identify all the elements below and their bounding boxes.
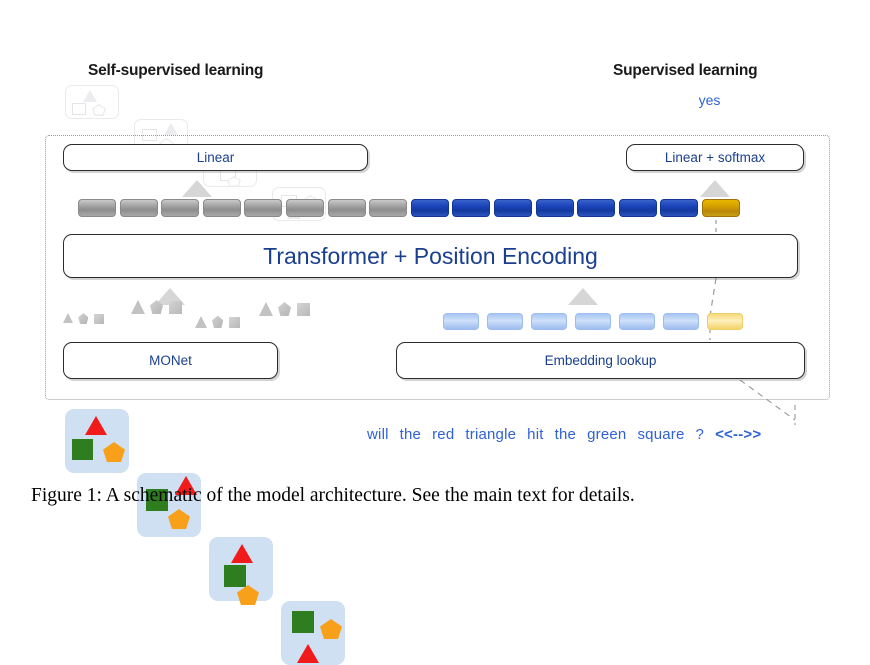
token-chip-blue [660,199,699,217]
ghost-tile-1 [65,85,119,119]
monet-square-icon [297,303,310,316]
linear-box-label: Linear [196,150,235,165]
ghost-triangle-icon [83,90,97,102]
monet-triangle-icon [195,315,207,328]
up-arrow-linear-softmax [700,180,730,197]
embedding-lookup-box[interactable]: Embedding lookup [396,342,805,379]
embedding-chip-blue [531,313,567,330]
token-chip-gray [244,199,283,217]
sentence-token: triangle [465,426,517,443]
image-tile-4 [281,601,345,665]
sentence-special-token: <<-->> [715,426,762,443]
supervised-answer-label: yes [698,92,721,108]
token-chip-gray [202,199,241,217]
token-chip-blue [577,199,616,217]
green-square-icon [72,439,93,460]
linear-softmax-box[interactable]: Linear + softmax [626,144,804,171]
token-chip-gray [369,199,408,217]
embedding-lookup-box-label: Embedding lookup [544,353,657,368]
up-arrow-linear [182,180,212,197]
sentence-token: hit [527,426,544,443]
token-chip-gray [327,199,366,217]
up-arrow-embedding [568,288,598,305]
image-tile-1 [65,409,129,473]
transformer-box-label: Transformer + Position Encoding [263,242,598,269]
figure-caption: Figure 1: A schematic of the model archi… [31,485,635,506]
orange-pentagon-icon [237,585,259,605]
sentence-token: the [399,426,422,443]
green-square-icon [224,565,246,587]
green-square-icon [292,611,314,633]
red-triangle-icon [297,644,319,663]
token-chip-gray [78,199,116,217]
monet-square-icon [169,301,182,314]
ghost-square-icon [72,103,86,115]
token-chip-blue [535,199,574,217]
embedding-chip-blue [487,313,523,330]
monet-triangle-icon [63,313,73,324]
token-chip-blue [410,199,449,217]
monet-box-label: MONet [149,353,192,368]
token-chip-gold [702,199,740,217]
monet-square-icon [228,316,241,328]
token-chip-gray [119,199,158,217]
self-supervised-heading: Self-supervised learning [88,62,264,79]
input-image-tile-row [65,409,345,665]
monet-triangle-icon [131,300,145,314]
red-triangle-icon [85,416,107,435]
embedding-chip-blue [575,313,611,330]
embedding-chip-blue [443,313,479,330]
embedding-chip-blue [663,313,699,330]
embedding-chip-gold [707,313,743,330]
sentence-token: ? [695,426,705,443]
monet-square-icon [93,313,104,324]
ghost-pentagon-inner [93,105,105,115]
token-chip-gray [286,199,324,217]
token-chip-blue [494,199,532,217]
sentence-token: green [587,426,627,443]
sentence-token: the [554,426,577,443]
orange-pentagon-icon [320,619,342,639]
ghost-triangle-icon [164,123,178,135]
token-chip-blue [452,199,491,217]
orange-pentagon-icon [103,442,125,462]
sentence-token: will [367,426,389,443]
input-sentence: will the red triangle hit the green square? <<--… [367,426,761,443]
red-triangle-icon [231,544,253,563]
monet-triangle-icon [259,302,273,316]
embedding-chip-blue [619,313,655,330]
monet-box[interactable]: MONet [63,342,278,379]
sentence-token: red [432,426,455,443]
ghost-pentagon-icon [92,104,106,116]
image-tile-3 [209,537,273,605]
token-chip-blue [618,199,657,217]
sentence-token: square [637,426,685,443]
linear-softmax-box-label: Linear + softmax [664,150,766,165]
supervised-heading: Supervised learning [613,62,758,79]
orange-pentagon-icon [168,509,190,529]
linear-box[interactable]: Linear [63,144,368,171]
token-chip-gray [161,199,200,217]
transformer-box[interactable]: Transformer + Position Encoding [63,234,798,278]
